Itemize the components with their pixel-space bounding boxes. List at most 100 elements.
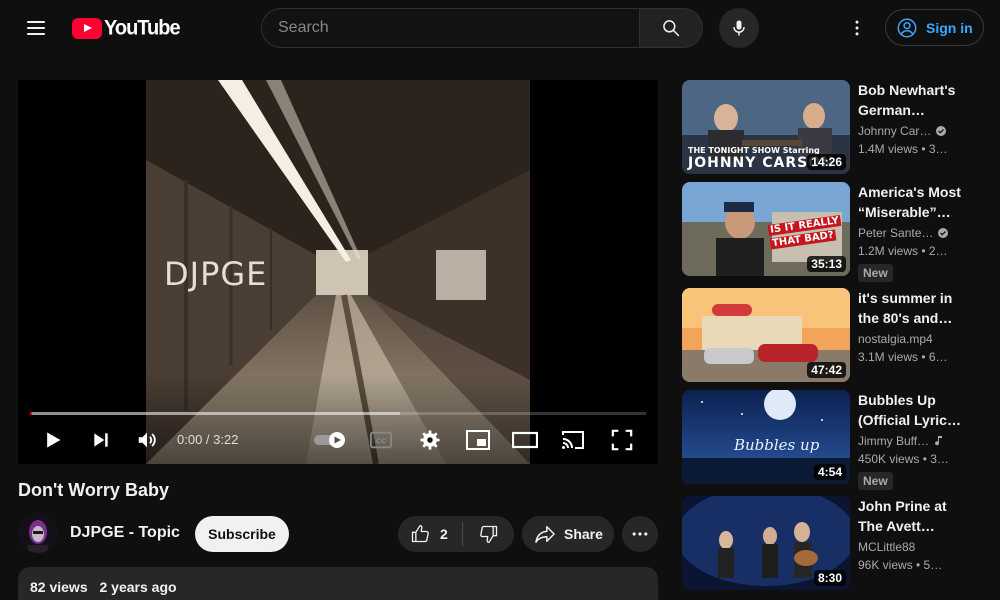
rec-title[interactable]: Bob Newhart's German… (858, 80, 962, 120)
list-item[interactable]: 8:30 John Prine at The Avett… MCLittle88… (682, 496, 982, 590)
channel-name[interactable]: DJPGE - Topic (70, 524, 180, 542)
rec-meta: 96K views • 5… (858, 558, 943, 572)
play-button[interactable] (40, 425, 66, 455)
video-thumbnail[interactable]: 47:42 (682, 288, 850, 382)
video-title: Don't Worry Baby (18, 480, 169, 500)
youtube-play-logo-icon (72, 17, 102, 39)
thumbnail-overlay-line1: Bubbles up (734, 436, 820, 454)
like-button[interactable]: 2 (398, 516, 462, 552)
rec-meta: 3.1M views • 6… (858, 350, 948, 364)
duration-badge: 4:54 (813, 464, 846, 480)
list-item[interactable]: THE TONIGHT SHOW Starring JOHNNY CARSON … (682, 80, 982, 174)
search-input[interactable] (261, 8, 640, 48)
duration-badge: 8:30 (813, 570, 846, 586)
new-badge: New (858, 264, 893, 282)
miniplayer-icon (466, 430, 490, 450)
rec-channel-name: MCLittle88 (858, 540, 916, 554)
rec-title[interactable]: America's Most “Miserable”… (858, 182, 962, 222)
search-bar (261, 8, 703, 48)
search-button[interactable] (639, 8, 703, 48)
horizontal-dots-icon (632, 532, 648, 536)
theater-mode-icon (512, 431, 538, 449)
gear-icon (420, 430, 440, 450)
miniplayer-button[interactable] (464, 425, 492, 455)
list-item[interactable]: 47:42 it's summer in the 80's and… nosta… (682, 288, 982, 382)
rec-meta: 1.4M views • 3… (858, 142, 948, 156)
more-actions-button[interactable] (622, 516, 658, 552)
rec-channel-name: Jimmy Buff… (858, 434, 930, 448)
top-header: YouTube Sign in (0, 0, 1000, 56)
rec-channel[interactable]: nostalgia.mp4 (858, 332, 933, 346)
share-button[interactable]: Share (522, 516, 614, 552)
autoplay-toggle[interactable] (313, 425, 349, 455)
share-arrow-icon (535, 526, 555, 543)
voice-search-button[interactable] (719, 8, 759, 48)
verified-check-icon (938, 228, 949, 238)
microphone-icon (733, 20, 745, 36)
video-thumbnail[interactable]: IS IT REALLY THAT BAD? 35:13 (682, 182, 850, 276)
video-thumbnail[interactable]: THE TONIGHT SHOW Starring JOHNNY CARSON … (682, 80, 850, 174)
rec-channel-name: nostalgia.mp4 (858, 332, 933, 346)
rec-title[interactable]: it's summer in the 80's and… (858, 288, 962, 328)
thumbs-down-icon (479, 525, 497, 543)
time-display: 0:00 / 3:22 (177, 432, 239, 447)
progress-loaded (30, 412, 400, 415)
rec-channel-name: Johnny Car… (858, 124, 932, 138)
like-dislike-group: 2 (398, 516, 514, 552)
rec-title[interactable]: Bubbles Up (Official Lyric… (858, 390, 962, 430)
vertical-dots-icon (855, 20, 859, 36)
avatar[interactable] (18, 513, 58, 553)
mute-button[interactable] (134, 425, 160, 455)
rec-channel[interactable]: Peter Sante… (858, 226, 949, 240)
play-icon (47, 432, 61, 448)
thumbs-up-icon (411, 525, 429, 543)
fullscreen-icon (611, 429, 633, 451)
logo-text: YouTube (104, 15, 181, 40)
rec-meta: 1.2M views • 2… (858, 244, 948, 258)
sign-in-button[interactable]: Sign in (885, 9, 984, 46)
publish-date: 2 years ago (99, 579, 177, 595)
video-overlay-text: DJPGE (164, 255, 268, 293)
search-icon (663, 20, 680, 37)
progress-played (30, 412, 32, 415)
settings-button[interactable] (417, 425, 443, 455)
rec-channel-name: Peter Sante… (858, 226, 934, 240)
youtube-logo[interactable]: YouTube (72, 15, 181, 40)
closed-captions-icon: CC (370, 431, 392, 449)
video-player[interactable]: DJPGE 0:00 / 3:22 CC (18, 80, 658, 464)
theater-mode-button[interactable] (511, 425, 539, 455)
subtitles-button[interactable]: CC (368, 425, 394, 455)
share-label: Share (564, 526, 603, 542)
new-badge: New (858, 472, 893, 490)
rec-title[interactable]: John Prine at The Avett… (858, 496, 962, 536)
fullscreen-button[interactable] (609, 425, 635, 455)
video-thumbnail[interactable]: 8:30 (682, 496, 850, 590)
volume-icon (138, 432, 156, 448)
cast-button[interactable] (559, 425, 587, 455)
like-count: 2 (440, 526, 448, 542)
rec-channel[interactable]: MCLittle88 (858, 540, 915, 554)
subscribe-button[interactable]: Subscribe (195, 516, 289, 552)
settings-more-button[interactable] (837, 8, 877, 48)
rec-channel[interactable]: Jimmy Buff… (858, 434, 943, 448)
channel-avatar-image (18, 513, 58, 553)
list-item[interactable]: Bubbles up 4:54 Bubbles Up (Official Lyr… (682, 390, 982, 490)
rec-meta: 450K views • 3… (858, 452, 949, 466)
hamburger-menu-icon[interactable] (16, 8, 56, 48)
sign-in-label: Sign in (926, 19, 973, 36)
next-button[interactable] (88, 425, 114, 455)
svg-text:CC: CC (376, 437, 387, 446)
progress-bar[interactable] (30, 412, 646, 415)
duration-badge: 35:13 (807, 256, 846, 272)
verified-check-icon (936, 126, 947, 136)
rec-channel[interactable]: Johnny Car… (858, 124, 947, 138)
music-note-icon (935, 436, 943, 446)
duration-badge: 47:42 (807, 362, 846, 378)
list-item[interactable]: IS IT REALLY THAT BAD? 35:13 America's M… (682, 182, 982, 282)
skip-next-icon (94, 433, 108, 447)
video-thumbnail[interactable]: Bubbles up 4:54 (682, 390, 850, 484)
description-box[interactable]: 82 views 2 years ago (18, 567, 658, 600)
view-count: 82 views (30, 579, 88, 595)
thumbnail-overlay-line1: THE TONIGHT SHOW Starring (688, 146, 820, 155)
dislike-button[interactable] (463, 516, 514, 552)
